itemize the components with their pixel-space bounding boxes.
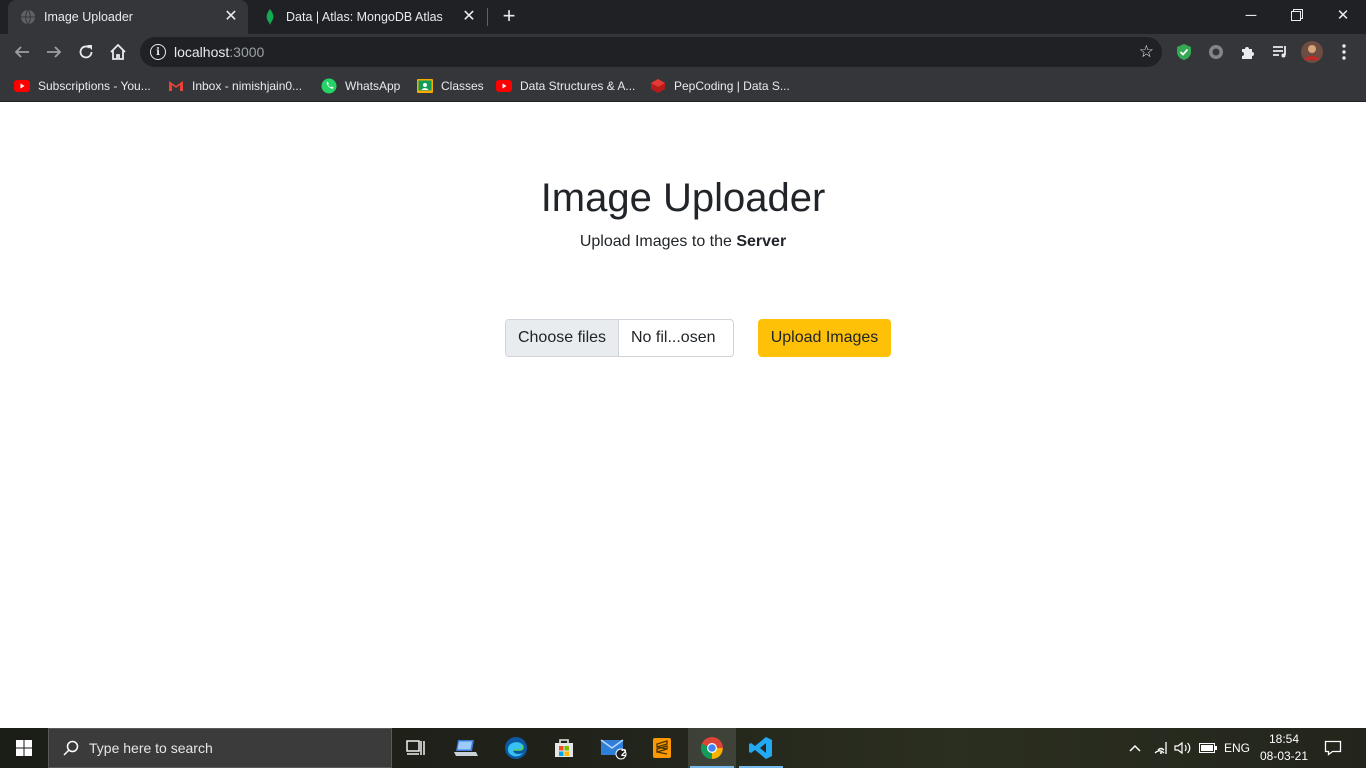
taskbar-laptop-app[interactable] bbox=[442, 728, 490, 768]
bookmark-label: WhatsApp bbox=[345, 79, 401, 93]
bookmark-whatsapp[interactable]: WhatsApp bbox=[321, 76, 400, 96]
page-title: Image Uploader bbox=[540, 176, 826, 220]
notification-center-icon[interactable] bbox=[1320, 728, 1346, 768]
back-arrow-icon bbox=[14, 46, 29, 58]
windows-taskbar: Type here to search 2 ENG 18:54 08-03-21 bbox=[0, 728, 1366, 768]
new-tab-button[interactable]: + bbox=[498, 5, 520, 28]
reload-icon bbox=[79, 45, 93, 59]
edge-icon bbox=[505, 737, 527, 759]
mail-badge: 2 bbox=[621, 748, 627, 759]
battery-icon[interactable] bbox=[1196, 728, 1220, 768]
file-input[interactable]: Choose files No fil...osen bbox=[505, 319, 734, 357]
circle-extension-icon[interactable] bbox=[1204, 40, 1228, 64]
subtitle-text: Upload Images to the bbox=[579, 233, 737, 250]
browser-toolbar: i localhost:3000 ☆ bbox=[0, 34, 1366, 70]
system-clock[interactable]: 18:54 08-03-21 bbox=[1256, 731, 1312, 765]
bookmarks-bar: Subscriptions - You... Inbox - nimishjai… bbox=[0, 70, 1366, 102]
clock-date: 08-03-21 bbox=[1259, 749, 1309, 763]
subtitle-emphasis: Server bbox=[736, 233, 787, 250]
chevron-up-icon[interactable] bbox=[1124, 728, 1146, 768]
windows-logo-icon bbox=[16, 740, 32, 756]
mongodb-leaf-icon bbox=[262, 9, 278, 25]
search-icon bbox=[61, 738, 81, 758]
close-window-button[interactable]: ✕ bbox=[1320, 0, 1366, 30]
forward-arrow-icon bbox=[47, 46, 62, 58]
youtube-icon bbox=[496, 78, 512, 94]
tab-image-uploader[interactable]: Image Uploader ✕ bbox=[8, 0, 248, 34]
bookmark-star-icon[interactable]: ☆ bbox=[1139, 43, 1154, 61]
back-button[interactable] bbox=[8, 38, 36, 66]
language-indicator[interactable]: ENG bbox=[1222, 728, 1252, 768]
bookmark-data-structures[interactable]: Data Structures & A... bbox=[496, 76, 635, 96]
media-queue-icon[interactable] bbox=[1268, 40, 1292, 64]
tab-strip: Image Uploader ✕ Data | Atlas: MongoDB A… bbox=[0, 0, 1366, 34]
classroom-icon bbox=[417, 78, 433, 94]
bookmark-label: Inbox - nimishjain0... bbox=[192, 79, 303, 93]
url-host: localhost bbox=[174, 44, 230, 60]
taskbar-edge[interactable] bbox=[492, 728, 540, 768]
bookmark-label: PepCoding | Data S... bbox=[674, 79, 790, 93]
taskbar-chrome[interactable] bbox=[688, 728, 736, 768]
taskbar-search-box[interactable]: Type here to search bbox=[48, 728, 392, 768]
volume-icon[interactable] bbox=[1172, 728, 1194, 768]
home-button[interactable] bbox=[104, 38, 132, 66]
taskbar-sublime[interactable] bbox=[638, 728, 686, 768]
wifi-icon[interactable] bbox=[1150, 728, 1172, 768]
search-placeholder: Type here to search bbox=[89, 740, 213, 756]
bookmark-pepcoding[interactable]: PepCoding | Data S... bbox=[650, 76, 790, 96]
tab-title: Image Uploader bbox=[44, 10, 133, 24]
tab-title: Data | Atlas: MongoDB Atlas bbox=[286, 10, 443, 24]
pepcoding-icon bbox=[650, 78, 666, 94]
file-status-text: No fil...osen bbox=[631, 329, 716, 346]
upload-images-button[interactable]: Upload Images bbox=[758, 319, 891, 357]
clock-time: 18:54 bbox=[1268, 732, 1300, 746]
menu-kebab-icon[interactable] bbox=[1332, 40, 1356, 64]
reload-button[interactable] bbox=[72, 38, 100, 66]
choose-files-button[interactable]: Choose files bbox=[506, 320, 619, 356]
close-icon[interactable]: ✕ bbox=[460, 8, 478, 26]
store-icon bbox=[555, 739, 573, 757]
avatar[interactable] bbox=[1300, 40, 1324, 64]
globe-icon bbox=[20, 9, 36, 25]
chrome-icon bbox=[701, 737, 723, 759]
site-info-icon[interactable]: i bbox=[150, 44, 166, 60]
page-content: Image Uploader Upload Images to the Serv… bbox=[0, 103, 1366, 728]
vscode-icon bbox=[749, 737, 772, 759]
bookmark-inbox[interactable]: Inbox - nimishjain0... bbox=[168, 76, 302, 96]
laptop-icon bbox=[454, 740, 478, 756]
sublime-text-icon bbox=[653, 738, 671, 758]
close-icon[interactable]: ✕ bbox=[222, 8, 240, 26]
whatsapp-icon bbox=[321, 78, 337, 94]
tab-separator bbox=[487, 8, 488, 26]
url-port: :3000 bbox=[229, 44, 265, 60]
minimize-button[interactable]: ─ bbox=[1228, 0, 1274, 30]
forward-button[interactable] bbox=[40, 38, 68, 66]
task-view-icon bbox=[406, 740, 425, 755]
bookmark-label: Classes bbox=[441, 79, 484, 93]
taskbar-mail[interactable]: 2 bbox=[590, 728, 638, 768]
start-button[interactable] bbox=[0, 728, 48, 768]
page-subtitle: Upload Images to the Server bbox=[0, 233, 1366, 251]
bookmark-classes[interactable]: Classes bbox=[417, 76, 484, 96]
task-view-button[interactable] bbox=[392, 728, 440, 768]
bookmark-label: Data Structures & A... bbox=[520, 79, 636, 93]
restore-icon bbox=[1291, 9, 1303, 21]
bookmark-subscriptions[interactable]: Subscriptions - You... bbox=[14, 76, 151, 96]
taskbar-store[interactable] bbox=[540, 728, 588, 768]
gmail-icon bbox=[168, 78, 184, 94]
restore-button[interactable] bbox=[1274, 0, 1320, 30]
youtube-icon bbox=[14, 78, 30, 94]
taskbar-vscode[interactable] bbox=[737, 728, 785, 768]
tab-mongodb-atlas[interactable]: Data | Atlas: MongoDB Atlas ✕ bbox=[250, 0, 486, 34]
home-icon bbox=[110, 43, 126, 60]
address-bar[interactable]: i localhost:3000 ☆ bbox=[140, 37, 1162, 67]
bookmark-label: Subscriptions - You... bbox=[38, 79, 151, 93]
puzzle-extensions-icon[interactable] bbox=[1236, 40, 1260, 64]
shield-extension-icon[interactable] bbox=[1172, 40, 1196, 64]
